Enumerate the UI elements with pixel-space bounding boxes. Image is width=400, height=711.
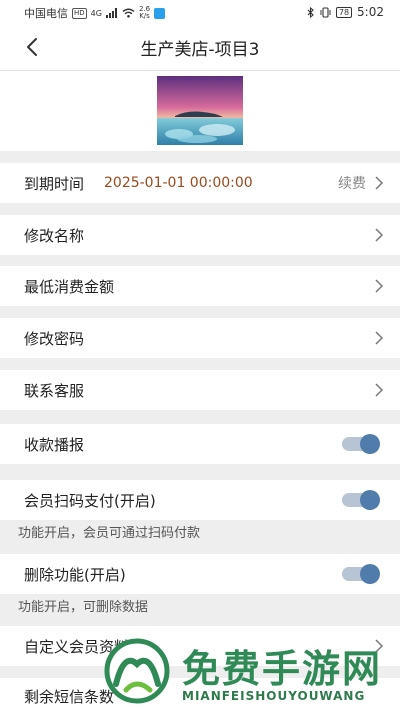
toggle-knob [360,564,380,584]
watermark-en-text: MIANFEISHOUYOUWANG [182,689,366,703]
row-change-password[interactable]: 修改密码 [0,318,400,358]
app-notification-icon [154,7,166,19]
chevron-right-icon [375,176,384,190]
row-label: 收款播报 [24,435,85,454]
logo-area [0,71,400,151]
toggle-knob [360,490,380,510]
row-member-qr-pay: 会员扫码支付(开启) [0,480,400,520]
nav-bar: 生产美店-项目3 [0,24,400,71]
page-title: 生产美店-项目3 [140,40,260,60]
row-label: 会员扫码支付(开启) [24,491,156,510]
delete-function-hint: 功能开启，可删除数据 [18,600,149,615]
network-speed: 2.6 K/s [138,5,151,20]
row-label: 修改名称 [24,226,85,245]
chevron-right-icon [375,228,384,242]
hd-badge: HD [72,7,87,19]
chevron-right-icon [375,331,384,345]
row-label: 剩余短信条数 [24,688,115,706]
vibrate-icon [320,6,331,18]
row-label: 联系客服 [24,381,85,400]
renew-link[interactable]: 续费 [338,173,366,193]
expiry-date: 2025-01-01 00:00:00 [104,175,253,191]
payment-broadcast-toggle[interactable] [342,434,380,454]
row-expiry[interactable]: 到期时间 2025-01-01 00:00:00 续费 [0,163,400,203]
bluetooth-icon [307,6,314,18]
wifi-icon [122,8,135,18]
member-qr-pay-toggle[interactable] [342,490,380,510]
signal-icon [105,8,117,18]
store-logo-image[interactable] [157,76,243,145]
chevron-right-icon [375,383,384,397]
battery-icon: 78 [335,6,353,18]
row-label: 修改密码 [24,329,85,348]
clock: 5:02 [357,5,384,19]
row-payment-broadcast: 收款播报 [0,424,400,464]
chevron-right-icon [375,279,384,293]
row-rename[interactable]: 修改名称 [0,215,400,255]
row-min-spend[interactable]: 最低消费金额 [0,266,400,306]
carrier-label: 中国电信 [24,7,68,20]
status-left: 中国电信 HD 4G 2.6 K/s [24,5,166,21]
watermark-logo-icon [104,638,170,704]
watermark-cn-text: 免费手游网 [182,646,383,691]
toggle-knob [360,434,380,454]
status-bar: 中国电信 HD 4G 2.6 K/s 78 5:02 [0,0,400,24]
row-label: 删除功能(开启) [24,565,126,584]
site-watermark: 免费手游网 MIANFEISHOUYOUWANG [104,634,400,711]
member-qr-pay-hint: 功能开启，会员可通过扫码付款 [18,526,201,541]
network-type: 4G [90,8,102,18]
delete-function-toggle[interactable] [342,564,380,584]
row-label: 到期时间 [24,174,85,193]
row-delete-function: 删除功能(开启) [0,554,400,594]
row-label: 最低消费金额 [24,277,115,296]
status-right: 78 5:02 [307,5,384,19]
row-contact-support[interactable]: 联系客服 [0,370,400,410]
